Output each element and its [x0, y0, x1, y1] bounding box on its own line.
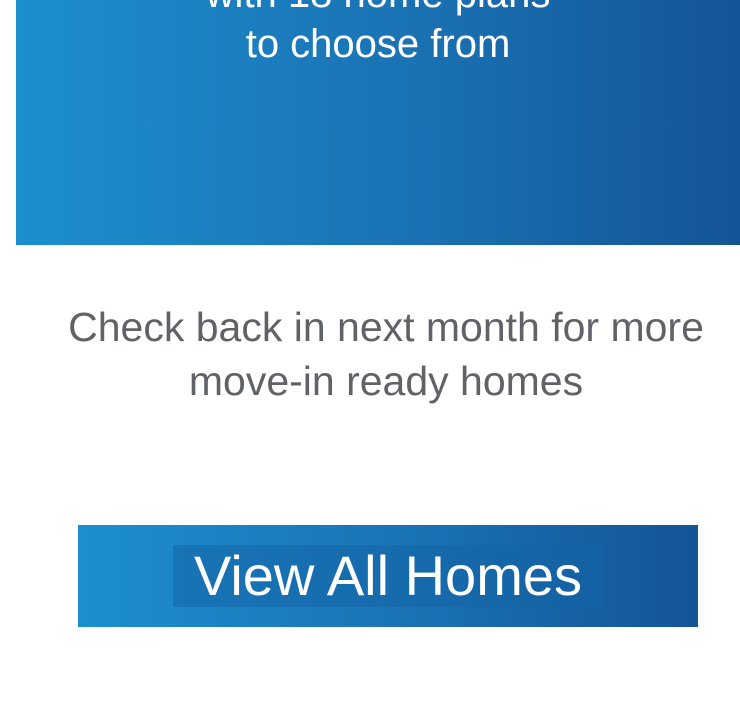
availability-message-line-1: Check back in next month for more: [68, 304, 704, 350]
view-all-homes-button[interactable]: View All Homes: [78, 525, 698, 627]
availability-message: Check back in next month for more move-i…: [16, 300, 740, 408]
promo-line-2: to choose from: [245, 22, 511, 66]
page: with 18 home plans to choose from Check …: [0, 0, 740, 711]
view-all-homes-label: View All Homes: [172, 545, 603, 607]
promo-line-1: with 18 home plans: [16, 0, 740, 18]
availability-message-line-2: move-in ready homes: [188, 358, 584, 404]
promo-banner: with 18 home plans to choose from: [16, 0, 740, 245]
